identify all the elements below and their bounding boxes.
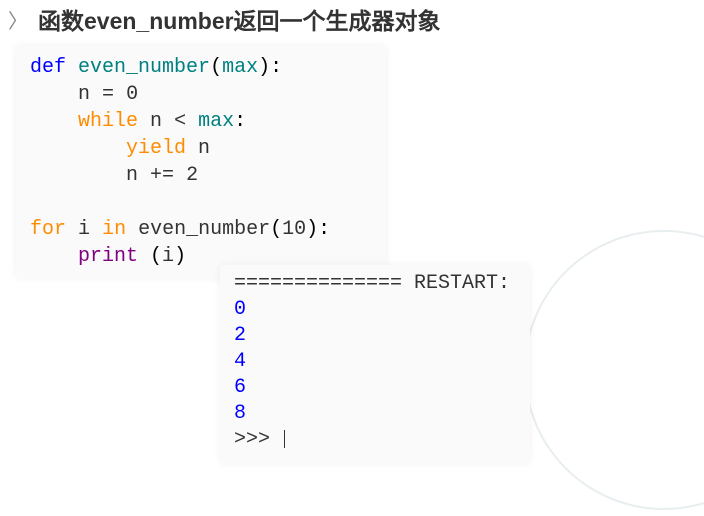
- output-value: 8: [234, 402, 246, 425]
- output-value: 4: [234, 350, 246, 373]
- keyword-yield: yield: [126, 137, 186, 160]
- heading-title: 函数even_number返回一个生成器对象: [38, 2, 441, 36]
- op-lt: <: [174, 110, 186, 133]
- heading: 〉 函数even_number返回一个生成器对象: [0, 0, 704, 42]
- ident-i: i: [78, 218, 90, 241]
- ident-n: n: [150, 110, 162, 133]
- ident-n: n: [198, 137, 210, 160]
- content-area: 〉 函数even_number返回一个生成器对象 def even_number…: [0, 0, 704, 278]
- keyword-while: while: [78, 110, 138, 133]
- restart-line: ============== RESTART:: [234, 272, 510, 295]
- output-value: 2: [234, 324, 246, 347]
- chevron-icon: 〉: [8, 5, 28, 34]
- repl-prompt: >>>: [234, 428, 282, 451]
- num-ten: 10: [282, 218, 306, 241]
- op-pluseq: +=: [150, 164, 174, 187]
- ident-n: n: [78, 83, 90, 106]
- cursor: [284, 430, 285, 448]
- num-zero: 0: [126, 83, 138, 106]
- func-call: even_number: [138, 218, 270, 241]
- keyword-in: in: [102, 218, 126, 241]
- ident-n: n: [126, 164, 138, 187]
- param-max: max: [222, 56, 258, 79]
- op-eq: =: [102, 83, 114, 106]
- output-block: ============== RESTART: 0 2 4 6 8 >>>: [220, 265, 530, 463]
- num-two: 2: [186, 164, 198, 187]
- builtin-print: print: [78, 245, 138, 268]
- ident-max: max: [198, 110, 234, 133]
- code-block: def even_number(max): n = 0 while n < ma…: [16, 46, 386, 278]
- output-value: 0: [234, 298, 246, 321]
- keyword-for: for: [30, 218, 66, 241]
- ident-i: i: [162, 245, 174, 268]
- func-name: even_number: [78, 56, 210, 79]
- keyword-def: def: [30, 56, 66, 79]
- output-value: 6: [234, 376, 246, 399]
